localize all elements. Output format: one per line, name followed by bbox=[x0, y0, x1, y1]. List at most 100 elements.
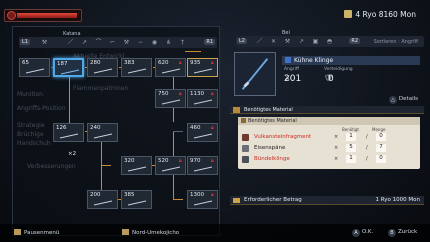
weapon-node[interactable]: 1130 🔒︎ bbox=[187, 89, 218, 108]
material-required: 1 bbox=[346, 155, 356, 163]
node-attack: 520 bbox=[158, 158, 169, 164]
node-attack: 1300 bbox=[190, 192, 204, 198]
material-row[interactable]: Vulkansteinfragment × 1 / 0 bbox=[240, 133, 418, 142]
lock-icon: 🔒︎ bbox=[179, 60, 182, 66]
cannon-icon[interactable]: ◉ bbox=[151, 39, 158, 46]
ok-button[interactable]: A O.K. bbox=[352, 229, 373, 237]
weapon-node-selected[interactable]: 187 bbox=[53, 58, 84, 77]
spear-icon[interactable]: ↗ bbox=[298, 38, 305, 45]
material-times: × bbox=[334, 134, 339, 140]
lock-icon: 🔒︎ bbox=[211, 125, 214, 131]
weapon-node[interactable]: 383 bbox=[121, 58, 152, 77]
tab-current-label: Katana bbox=[63, 31, 81, 37]
katana-icon bbox=[127, 200, 147, 206]
dagger-icon[interactable]: † bbox=[179, 39, 186, 46]
location-label: Nord-Umekojicho bbox=[132, 230, 180, 236]
location: Nord-Umekojicho bbox=[122, 229, 179, 236]
pause-menu[interactable]: Pausenmenü bbox=[14, 229, 59, 236]
node-attack: 935 bbox=[190, 60, 201, 66]
katana-icon bbox=[193, 166, 213, 172]
weapon-node[interactable]: 320 bbox=[121, 156, 152, 175]
katana-icon bbox=[193, 68, 213, 74]
coin-icon bbox=[344, 10, 353, 18]
iron-shavings-icon bbox=[242, 145, 249, 152]
game-screen: 4 Ryo 8160 Mon L1 Katana ⚒ ／ ↗ ⌒ ⌐ ⚒ ∽ ◉… bbox=[0, 0, 430, 242]
helmet-icon[interactable]: ◓ bbox=[326, 38, 333, 45]
detail-category-tabs[interactable]: L2 Bei ／ ✕ ⚒ ↗ ▣ ◓ R2 Sortieren : Angrif… bbox=[236, 30, 424, 47]
weapon-node[interactable]: 1300 🔒︎ bbox=[187, 190, 218, 209]
weapon-category-tabs[interactable]: L1 Katana ⚒ ／ ↗ ⌒ ⌐ ⚒ ∽ ◉ ⋔ † R1 bbox=[19, 31, 217, 48]
detail-next-button[interactable]: R2 bbox=[349, 38, 360, 44]
materials-title: Benötigtes Material bbox=[248, 118, 297, 124]
col-required: Benötigt bbox=[342, 127, 359, 132]
tree-link bbox=[185, 51, 201, 52]
tab-next-button[interactable]: R1 bbox=[204, 39, 215, 45]
katana-tab-icon[interactable]: ／ bbox=[256, 38, 263, 45]
weapon-node[interactable]: 460 🔒︎ bbox=[187, 123, 218, 142]
blade-bundle-icon bbox=[242, 156, 249, 163]
materials-icon bbox=[241, 118, 246, 123]
bow-icon[interactable]: ⌒ bbox=[95, 39, 102, 46]
weapon-node[interactable]: 970 🔒︎ bbox=[187, 156, 218, 175]
ghost-text: Strategie bbox=[17, 122, 45, 129]
weapon-node[interactable]: 620 🔒︎ bbox=[155, 58, 186, 77]
details-button[interactable]: △ Details bbox=[388, 96, 418, 104]
cost-value: 1 Ryo 1000 Mon bbox=[375, 197, 420, 203]
ok-label: O.K. bbox=[362, 229, 374, 235]
node-attack: 1130 bbox=[190, 91, 204, 97]
required-material-header: Benötigtes Material bbox=[230, 106, 424, 114]
claw-icon[interactable]: ⋔ bbox=[165, 39, 172, 46]
material-name: Bündelklinge bbox=[254, 156, 290, 162]
weapon-node[interactable]: 280 bbox=[87, 58, 118, 77]
material-row[interactable]: Bündelklinge × 1 / 0 bbox=[240, 155, 418, 164]
weapon-node[interactable]: 385 bbox=[121, 190, 152, 209]
weapon-detail-panel: L2 Bei ／ ✕ ⚒ ↗ ▣ ◓ R2 Sortieren : Angrif… bbox=[228, 26, 424, 226]
node-attack: 385 bbox=[124, 192, 135, 198]
material-row[interactable]: Eisenspäne × 5 / 7 bbox=[240, 144, 418, 153]
health-orb-icon bbox=[7, 11, 16, 20]
weapon-node[interactable]: 126 bbox=[53, 123, 84, 142]
material-times: × bbox=[334, 145, 339, 151]
material-required: 5 bbox=[346, 144, 356, 152]
katana-icon bbox=[59, 133, 79, 139]
materials-list: Benötigtes Material Benötigt Menge Vulka… bbox=[238, 117, 420, 169]
attack-label: Angriff bbox=[284, 67, 299, 72]
node-attack: 750 bbox=[158, 91, 169, 97]
node-attack: 240 bbox=[90, 125, 101, 131]
katana-icon bbox=[193, 99, 213, 105]
material-times: × bbox=[334, 156, 339, 162]
detail-prev-button[interactable]: L2 bbox=[237, 38, 247, 44]
ghost-text: Brüchige bbox=[17, 131, 44, 138]
katana-tab-icon[interactable]: ／ bbox=[67, 39, 74, 46]
lock-icon: 🔒︎ bbox=[211, 60, 214, 66]
weapon-node[interactable]: 520 🔒︎ bbox=[155, 156, 186, 175]
weapon-node[interactable]: 240 bbox=[87, 123, 118, 142]
tab-prev-button[interactable]: L1 bbox=[20, 39, 30, 45]
weapon-node[interactable]: 65 bbox=[19, 58, 50, 77]
material-owned: 7 bbox=[376, 144, 386, 152]
weapon-name: Kühne Klinge bbox=[294, 57, 334, 64]
sort-label[interactable]: Sortieren : Angriff bbox=[374, 39, 418, 45]
map-icon bbox=[122, 229, 129, 235]
ghost-text: Angriffs-Position bbox=[17, 105, 66, 112]
axe-icon[interactable]: ⚒ bbox=[41, 39, 48, 46]
whip-icon[interactable]: ∽ bbox=[137, 39, 144, 46]
back-button[interactable]: B Zurück bbox=[388, 229, 417, 237]
dual-swords-icon[interactable]: ✕ bbox=[270, 38, 277, 45]
armor-icon[interactable]: ▣ bbox=[312, 38, 319, 45]
materials-title-bar: Benötigtes Material bbox=[238, 117, 420, 125]
weapon-node[interactable]: 750 🔒︎ bbox=[155, 89, 186, 108]
money-value: 4 Ryo 8160 Mon bbox=[355, 10, 416, 19]
weapon-node[interactable]: 200 bbox=[87, 190, 118, 209]
axe-icon[interactable]: ⚒ bbox=[284, 38, 291, 45]
weapon-name-bar: Kühne Klinge bbox=[282, 56, 420, 65]
hammer-icon[interactable]: ⚒ bbox=[123, 39, 130, 46]
spear-icon[interactable]: ↗ bbox=[81, 39, 88, 46]
katana-icon bbox=[161, 166, 181, 172]
material-separator: / bbox=[366, 134, 368, 140]
gun-icon[interactable]: ⌐ bbox=[109, 39, 116, 46]
katana-icon bbox=[93, 68, 113, 74]
node-attack: 65 bbox=[22, 60, 29, 66]
katana-icon bbox=[127, 166, 147, 172]
weapon-node[interactable]: 935 🔒︎ bbox=[187, 58, 218, 77]
